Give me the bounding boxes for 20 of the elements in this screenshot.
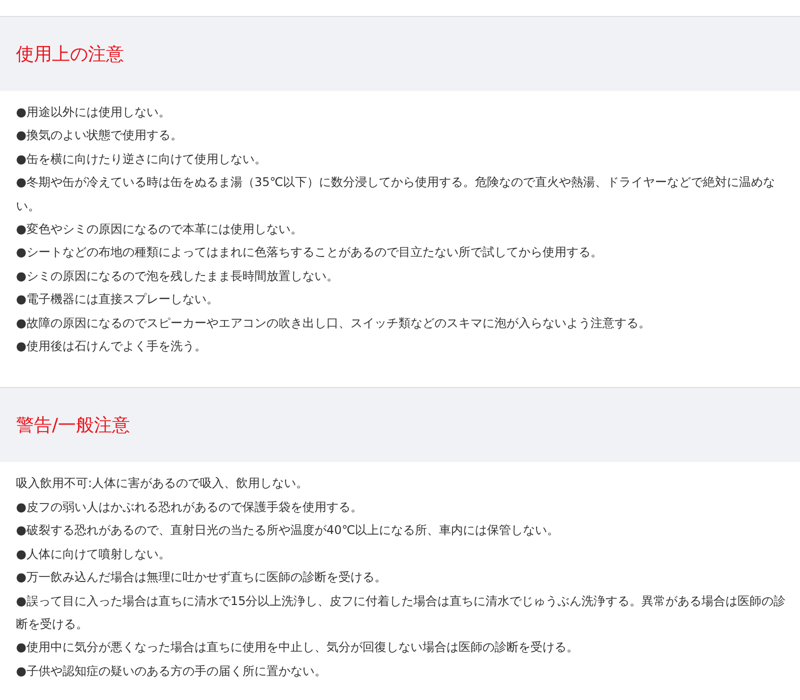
caution-item: 吸入飲用不可:人体に害があるので吸入、飲用しない。 bbox=[16, 475, 310, 492]
caution-item: ●缶を横に向けたり逆さに向けて使用しない。 bbox=[16, 150, 268, 168]
caution-item: ●故障の原因になるのでスピーカーやエアコンの吹き出し口、スイッチ類などのスキマに泡が入らないよう注意する。 bbox=[16, 314, 652, 332]
caution-item: ●電子機器には直接スプレーしない。 bbox=[16, 291, 220, 308]
caution-item: ●換気のよい状態で使用する。 bbox=[16, 127, 184, 144]
caution-item: ●シミの原因になるので泡を残したまま長時間放置しない。 bbox=[16, 268, 340, 285]
caution-item: ●用途以外には使用しない。 bbox=[16, 104, 172, 121]
section-title: 使用上の注意 bbox=[16, 43, 124, 66]
caution-item: ●使用中に気分が悪くなった場合は直ちに使用を中止し、気分が回復しない場合は医師の診断を受ける。 bbox=[16, 639, 580, 656]
caution-item: ●変色やシミの原因になるので本革には使用しない。 bbox=[16, 221, 304, 238]
caution-item: ●誤って目に入った場合は直ちに清水で15分以上洗浄し、皮フに付着した場合は直ちに清水でじゅうぶん洗浄する。異常がある場合は医師の診断を受ける。 bbox=[16, 592, 787, 633]
caution-item: ●人体に向けて噴射しない。 bbox=[16, 546, 172, 563]
caution-item: ●破裂する恐れがあるので、直射日光の当たる所や温度が40℃以上になる所、車内には保管しない。 bbox=[16, 522, 560, 540]
caution-item: ●冬期や缶が冷えている時は缶をぬるま湯（35℃以下）に数分浸してから使用する。危険なので直火や熱湯、ドライヤーなどで絶対に温めない。 bbox=[16, 174, 776, 215]
caution-item: ●子供や認知症の疑いのある方の手の届く所に置かない。 bbox=[16, 662, 328, 680]
caution-item: ●皮フの弱い人はかぶれる恐れがあるので保護手袋を使用する。 bbox=[16, 498, 364, 516]
caution-item: ●使用後は石けんでよく手を洗う。 bbox=[16, 338, 208, 356]
caution-item: ●シートなどの布地の種類によってはまれに色落ちすることがあるので目立たない所で試してから使用する。 bbox=[16, 244, 604, 262]
section-title: 警告/一般注意 bbox=[16, 414, 130, 438]
caution-item: ●万一飲み込んだ場合は無理に吐かせず直ちに医師の診断を受ける。 bbox=[16, 569, 388, 586]
